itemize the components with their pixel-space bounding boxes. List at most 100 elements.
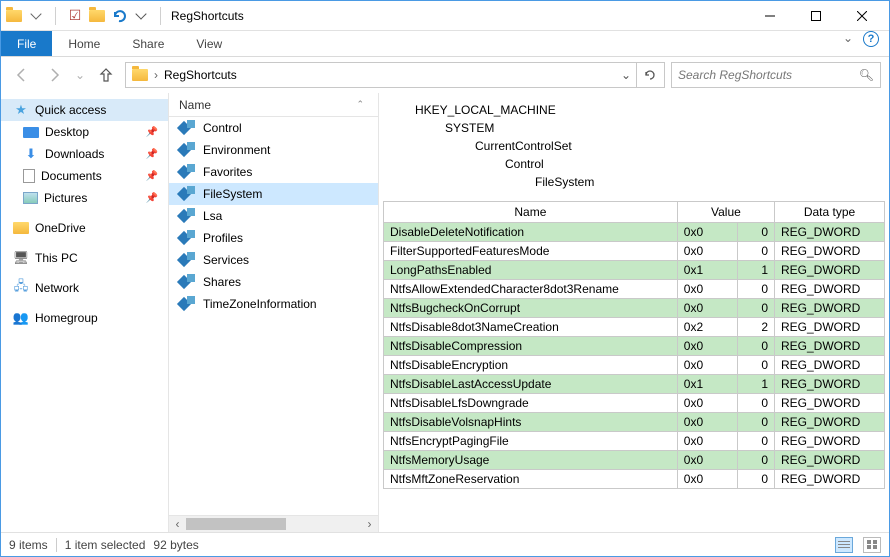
chevron-right-icon[interactable]: ›: [152, 68, 160, 82]
cell-value-dec: 1: [738, 375, 775, 394]
table-row[interactable]: NtfsDisable8dot3NameCreation0x22REG_DWOR…: [384, 318, 885, 337]
close-button[interactable]: [839, 1, 885, 31]
recent-dropdown-icon[interactable]: ⌄: [73, 62, 87, 88]
address-bar[interactable]: › RegShortcuts ⌄: [125, 62, 665, 88]
cell-value-hex: 0x0: [677, 356, 737, 375]
nav-downloads[interactable]: ⬇Downloads📌: [1, 143, 168, 165]
qat-chevron-icon[interactable]: [132, 7, 150, 25]
table-row[interactable]: NtfsDisableVolsnapHints0x00REG_DWORD: [384, 413, 885, 432]
maximize-button[interactable]: [793, 1, 839, 31]
up-button[interactable]: [93, 62, 119, 88]
col-datatype[interactable]: Data type: [775, 202, 885, 223]
cell-value-hex: 0x0: [677, 299, 737, 318]
table-row[interactable]: NtfsDisableLastAccessUpdate0x11REG_DWORD: [384, 375, 885, 394]
folder-icon[interactable]: [5, 7, 23, 25]
cell-value-dec: 0: [738, 356, 775, 375]
cell-datatype: REG_DWORD: [775, 242, 885, 261]
file-item[interactable]: Shares: [169, 271, 378, 293]
table-row[interactable]: FilterSupportedFeaturesMode0x00REG_DWORD: [384, 242, 885, 261]
column-header-name[interactable]: Name ⌃: [169, 93, 378, 117]
table-row[interactable]: NtfsMemoryUsage0x00REG_DWORD: [384, 451, 885, 470]
table-row[interactable]: NtfsDisableEncryption0x00REG_DWORD: [384, 356, 885, 375]
address-history-dropdown[interactable]: ⌄: [616, 68, 636, 82]
path-segment: HKEY_LOCAL_MACHINE: [415, 101, 885, 119]
cell-value-dec: 0: [738, 470, 775, 489]
tab-file[interactable]: File: [1, 31, 52, 56]
table-row[interactable]: LongPathsEnabled0x11REG_DWORD: [384, 261, 885, 280]
properties-icon[interactable]: ☑: [66, 7, 84, 25]
file-name: Environment: [203, 143, 270, 157]
table-row[interactable]: NtfsDisableLfsDowngrade0x00REG_DWORD: [384, 394, 885, 413]
nav-network[interactable]: 🖧Network: [1, 277, 168, 299]
help-icon[interactable]: ?: [863, 31, 879, 47]
file-item[interactable]: Environment: [169, 139, 378, 161]
cell-value-dec: 0: [738, 280, 775, 299]
nav-this-pc[interactable]: 🖥This PC: [1, 247, 168, 269]
file-item[interactable]: Favorites: [169, 161, 378, 183]
cell-datatype: REG_DWORD: [775, 394, 885, 413]
file-item[interactable]: TimeZoneInformation: [169, 293, 378, 315]
qat-dropdown-icon[interactable]: [27, 7, 45, 25]
cell-name: NtfsMemoryUsage: [384, 451, 678, 470]
cell-value-dec: 0: [738, 223, 775, 242]
view-details-button[interactable]: [835, 537, 853, 553]
search-input[interactable]: Search RegShortcuts 🔍︎: [671, 62, 881, 88]
col-name[interactable]: Name: [384, 202, 678, 223]
nav-documents[interactable]: Documents📌: [1, 165, 168, 187]
tab-view[interactable]: View: [180, 31, 238, 56]
scroll-left-icon[interactable]: ‹: [169, 517, 186, 531]
nav-onedrive[interactable]: OneDrive: [1, 217, 168, 239]
cell-name: NtfsDisableVolsnapHints: [384, 413, 678, 432]
nav-label: Network: [35, 281, 79, 295]
nav-desktop[interactable]: Desktop📌: [1, 121, 168, 143]
table-row[interactable]: NtfsMftZoneReservation0x00REG_DWORD: [384, 470, 885, 489]
cell-datatype: REG_DWORD: [775, 280, 885, 299]
tab-share[interactable]: Share: [116, 31, 180, 56]
table-row[interactable]: NtfsDisableCompression0x00REG_DWORD: [384, 337, 885, 356]
cell-datatype: REG_DWORD: [775, 375, 885, 394]
nav-label: Desktop: [45, 125, 89, 139]
cell-value-dec: 0: [738, 394, 775, 413]
scroll-right-icon[interactable]: ›: [361, 517, 378, 531]
col-value[interactable]: Value: [677, 202, 774, 223]
nav-label: This PC: [35, 251, 78, 265]
separator: [160, 7, 161, 25]
file-item[interactable]: FileSystem: [169, 183, 378, 205]
file-item[interactable]: Profiles: [169, 227, 378, 249]
table-row[interactable]: DisableDeleteNotification0x00REG_DWORD: [384, 223, 885, 242]
undo-icon[interactable]: [110, 7, 128, 25]
table-row[interactable]: NtfsEncryptPagingFile0x00REG_DWORD: [384, 432, 885, 451]
scroll-track[interactable]: [186, 516, 361, 532]
file-item[interactable]: Lsa: [169, 205, 378, 227]
minimize-button[interactable]: [747, 1, 793, 31]
cell-name: NtfsDisableCompression: [384, 337, 678, 356]
file-item[interactable]: Control: [169, 117, 378, 139]
forward-button[interactable]: [41, 62, 67, 88]
refresh-button[interactable]: [636, 62, 662, 88]
ribbon-expand-icon[interactable]: ⌄: [843, 31, 853, 56]
back-button[interactable]: [9, 62, 35, 88]
registry-shortcut-icon: [179, 208, 195, 224]
breadcrumb[interactable]: RegShortcuts: [160, 68, 241, 82]
folder-icon[interactable]: [88, 7, 106, 25]
search-placeholder: Search RegShortcuts: [678, 68, 859, 82]
file-name: Favorites: [203, 165, 252, 179]
search-icon[interactable]: 🔍︎: [859, 68, 874, 82]
nav-quick-access[interactable]: ★Quick access: [1, 99, 168, 121]
cell-value-dec: 0: [738, 413, 775, 432]
horizontal-scrollbar[interactable]: ‹ ›: [169, 515, 378, 532]
navigation-pane: ★Quick access Desktop📌 ⬇Downloads📌 Docum…: [1, 93, 169, 532]
table-row[interactable]: NtfsBugcheckOnCorrupt0x00REG_DWORD: [384, 299, 885, 318]
scroll-thumb[interactable]: [186, 518, 286, 530]
tab-home[interactable]: Home: [52, 31, 116, 56]
nav-homegroup[interactable]: 👥Homegroup: [1, 307, 168, 329]
cell-name: NtfsEncryptPagingFile: [384, 432, 678, 451]
file-item[interactable]: Services: [169, 249, 378, 271]
view-large-icons-button[interactable]: [863, 537, 881, 553]
title-bar: ☑ RegShortcuts: [1, 1, 889, 31]
folder-icon: [132, 69, 148, 81]
cell-value-hex: 0x0: [677, 432, 737, 451]
table-row[interactable]: NtfsAllowExtendedCharacter8dot3Rename0x0…: [384, 280, 885, 299]
nav-pictures[interactable]: Pictures📌: [1, 187, 168, 209]
cell-value-hex: 0x0: [677, 280, 737, 299]
